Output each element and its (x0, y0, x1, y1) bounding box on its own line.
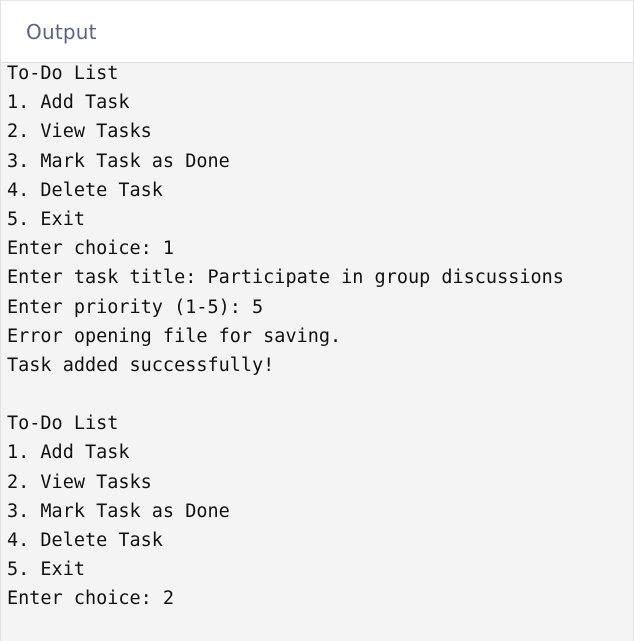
console-line: Task added successfully! (7, 354, 275, 376)
console-line: Enter priority (1-5): 5 (7, 296, 264, 318)
output-title: Output (26, 19, 97, 44)
output-panel: Output To-Do List 1. Add Task 2. View Ta… (0, 0, 634, 641)
console-line: 1. Add Task (7, 442, 130, 464)
console-line: 3. Mark Task as Done (7, 500, 230, 522)
console-line: To-Do List (7, 413, 119, 435)
console-line: 5. Exit (7, 208, 85, 230)
console-line: Enter choice: 2 (7, 588, 175, 610)
console-line: 3. Mark Task as Done (7, 150, 230, 172)
console-line: Error opening file for saving. (7, 325, 342, 347)
console-line: 4. Delete Task (7, 179, 163, 201)
output-header: Output (1, 0, 633, 63)
console-line: 1. Add Task (7, 92, 130, 114)
console-output[interactable]: To-Do List 1. Add Task 2. View Tasks 3. … (1, 59, 633, 614)
console-line: 2. View Tasks (7, 121, 152, 143)
console-line: 2. View Tasks (7, 471, 152, 493)
console-line: Enter choice: 1 (7, 238, 175, 260)
console-line: To-Do List (7, 63, 119, 84)
console-line: 5. Exit (7, 559, 85, 581)
console-line: Enter task title: Participate in group d… (7, 267, 564, 289)
console-line: 4. Delete Task (7, 530, 163, 551)
